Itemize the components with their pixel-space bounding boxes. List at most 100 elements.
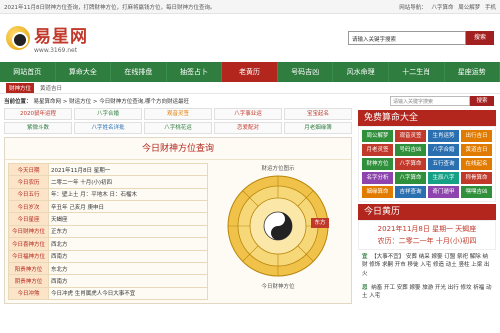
header-search: 请输入关键字搜索 搜索 — [348, 31, 494, 45]
compass-footer: 今日财神方位 — [261, 284, 295, 290]
nav-item-home[interactable]: 网站首页 — [0, 62, 56, 82]
nav-item-chart[interactable]: 在线排盘 — [111, 62, 167, 82]
info-key: 今日星座 — [8, 212, 49, 226]
tool-link[interactable]: 称骨算命 — [461, 172, 492, 184]
tool-link[interactable]: 生辰八字 — [428, 172, 459, 184]
quick-link[interactable]: 八字事业运 — [214, 108, 282, 120]
main-nav: 网站首页 算命大全 在线排盘 抽签占卜 老黄历 号码吉凶 风水命理 十二生肖 星… — [0, 62, 500, 82]
huangli-date: 2021年11月8日 星期一 天蝎座 — [377, 225, 477, 233]
info-value: 二零二一年 十月(小)初四 — [48, 175, 208, 189]
info-row: 今日农历 二零二一年 十月(小)初四 — [8, 175, 208, 189]
info-key: 阳贵神方位 — [8, 261, 49, 276]
yi-list: 宜 【大事不宜】 安葬 纳采 嫁娶 订盟 祭祀 解除 纳财 修饰 求嗣 开市 移… — [358, 250, 496, 281]
tool-link[interactable]: 号码吉凶 — [395, 144, 426, 156]
quick-links-grid: 2020鼠年运程 八字合婚 观音灵签 八字事业运 宝宝起名紫微斗数 八字姓名详批 八字桃花运… — [4, 108, 352, 134]
info-key: 今天日期 — [8, 162, 49, 177]
huangli-lunar: 农历：二零二一年 十月(小)初四 — [377, 237, 477, 245]
nav-item-horoscope[interactable]: 星座运势 — [445, 62, 500, 82]
tool-link[interactable]: 八字合婚 — [428, 144, 459, 156]
info-value: 西南方 — [48, 274, 208, 288]
compass-section: 财运方位图示 今日财神方位 东方 — [208, 163, 348, 300]
tool-link[interactable]: 五行查询 — [428, 158, 459, 170]
secondary-search-button[interactable]: 搜索 — [470, 96, 494, 106]
main-content: 2020鼠年运程 八字合婚 观音灵签 八字事业运 宝宝起名 紫微斗数 八字姓名详批 八字桃花运… — [0, 108, 500, 304]
tool-link[interactable]: 奇门遁甲 — [428, 186, 459, 198]
nav-item-fortune[interactable]: 算命大全 — [56, 62, 112, 82]
subnav-item[interactable]: 黄道吉日 — [40, 84, 62, 92]
quick-link[interactable]: 月老姻缘簿 — [284, 122, 352, 134]
info-key: 今日财神方位 — [8, 224, 49, 239]
yi-tag: 宜 — [362, 254, 368, 260]
quick-link[interactable]: 观音灵签 — [144, 108, 212, 120]
tool-link[interactable]: 生肖运势 — [428, 130, 459, 142]
info-key: 阴贵神方位 — [8, 274, 49, 288]
info-key: 今日喜神方位 — [8, 237, 49, 251]
info-value: 西北方 — [48, 237, 208, 251]
info-key: 今日岁次 — [8, 200, 49, 214]
info-row: 今日五行 年：壁上土 月：平地木 日：石榴木 — [8, 187, 208, 202]
breadcrumb-label: 当前位置： — [4, 99, 32, 105]
tools-grid: 周公解梦 观音灵签 生肖运势 出行吉日月老灵签 号码吉凶 八字合婚 黄道吉日财神方位 八字算命… — [358, 126, 496, 202]
nav-item-numbers[interactable]: 号码吉凶 — [278, 62, 334, 82]
info-value: 天蝎座 — [48, 212, 208, 226]
info-value: 今日冲虎 生肖属虎人今日大事不宜 — [48, 286, 208, 301]
site-nav-link[interactable]: 八字算命 — [431, 5, 453, 11]
tool-link[interactable]: 吉祥查询 — [395, 186, 426, 198]
tool-link[interactable]: 八字算命 — [395, 158, 426, 170]
info-row: 今日喜神方位 西北方 — [8, 237, 208, 251]
info-key: 今日五行 — [8, 187, 49, 202]
nav-item-fengshui[interactable]: 风水命理 — [333, 62, 389, 82]
site-nav-label: 网站导航： — [399, 4, 427, 11]
quick-link[interactable]: 宝宝起名 — [284, 108, 352, 120]
info-key: 今日农历 — [8, 175, 49, 189]
quick-link[interactable]: 紫微斗数 — [4, 122, 72, 134]
tool-link[interactable]: 财神方位 — [362, 158, 393, 170]
tool-link[interactable]: 观音灵签 — [395, 130, 426, 142]
site-nav-links: 网站导航： 八字算命 周公解梦 手机 — [396, 3, 496, 11]
wealth-direction-panel: 今日财神方位查询 今天日期 2021年11月8日 星期一 今日农历 二零二一年 十月(… — [4, 137, 352, 304]
site-nav-link[interactable]: 周公解梦 — [458, 5, 480, 11]
tool-link[interactable]: 周公解梦 — [362, 130, 393, 142]
tools-title: 免费算命大全 — [358, 110, 496, 126]
header-search-input[interactable]: 请输入关键字搜索 — [348, 31, 466, 45]
tool-link[interactable]: 月老灵签 — [362, 144, 393, 156]
nav-item-divination[interactable]: 抽签占卜 — [167, 62, 223, 82]
tool-link[interactable]: 名字分析 — [362, 172, 393, 184]
tool-link[interactable]: 姻缘算命 — [362, 186, 393, 198]
info-value: 东北方 — [48, 261, 208, 276]
info-value: 辛丑年 己亥月 庚申日 — [48, 200, 208, 214]
quick-link[interactable]: 2020鼠年运程 — [4, 108, 72, 120]
header-search-button[interactable]: 搜索 — [466, 31, 494, 45]
nav-item-almanac[interactable]: 老黄历 — [222, 62, 278, 82]
breadcrumb-path[interactable]: 易星算命网 > 财运方位 > 今日财神方位查询,哪个方向财运最旺 — [34, 97, 189, 105]
tool-link[interactable]: 在线起名 — [461, 158, 492, 170]
info-row: 今日福神方位 西南方 — [8, 249, 208, 263]
tool-link[interactable]: 嘿嘿吉凶 — [461, 186, 492, 198]
right-sidebar: 免费算命大全 周公解梦 观音灵签 生肖运势 出行吉日月老灵签 号码吉凶 八字合婚 黄道吉日财… — [358, 108, 496, 304]
huangli-title: 今日黄历 — [358, 204, 496, 220]
yin-yang-logo-icon — [6, 26, 30, 50]
info-row: 今日岁次 辛丑年 己亥月 庚申日 — [8, 200, 208, 214]
ji-text: 纳畜 开工 安葬 嫁娶 旅游 开光 出行 修坟 祈福 动土 入宅 — [362, 284, 492, 299]
tool-link[interactable]: 出行吉日 — [461, 130, 492, 142]
info-row: 阴贵神方位 西南方 — [8, 274, 208, 288]
quick-link[interactable]: 恋爱配对 — [214, 122, 282, 134]
secondary-search: 请输入关键字搜索 搜索 — [390, 96, 494, 106]
info-row: 今天日期 2021年11月8日 星期一 — [8, 162, 208, 177]
tool-link[interactable]: 八字算命 — [395, 172, 426, 184]
ji-list: 忌 纳畜 开工 安葬 嫁娶 旅游 开光 出行 修坟 祈福 动土 入宅 — [358, 281, 496, 304]
info-row: 今日星座 天蝎座 — [8, 212, 208, 226]
tool-link[interactable]: 黄道吉日 — [461, 144, 492, 156]
quick-link[interactable]: 八字姓名详批 — [74, 122, 142, 134]
info-row: 今日冲煞 今日冲虎 生肖属虎人今日大事不宜 — [8, 286, 208, 301]
nav-item-zodiac[interactable]: 十二生肖 — [389, 62, 445, 82]
site-logo[interactable]: 易星网 www.3169.net — [6, 22, 88, 54]
compass-caption: 财运方位图示 — [261, 166, 295, 172]
quick-link[interactable]: 八字桃花运 — [144, 122, 212, 134]
site-nav-link[interactable]: 手机 — [485, 5, 496, 11]
top-bar-text: 2021年11月8日财神方位查询，打牌财神方位，打麻将赢钱方位，每日财神方位查询… — [4, 4, 216, 11]
subnav-item-active[interactable]: 财神方位 — [6, 82, 35, 93]
brand-url: www.3169.net — [34, 47, 78, 54]
quick-link[interactable]: 八字合婚 — [74, 108, 142, 120]
secondary-search-input[interactable]: 请输入关键字搜索 — [390, 96, 470, 106]
